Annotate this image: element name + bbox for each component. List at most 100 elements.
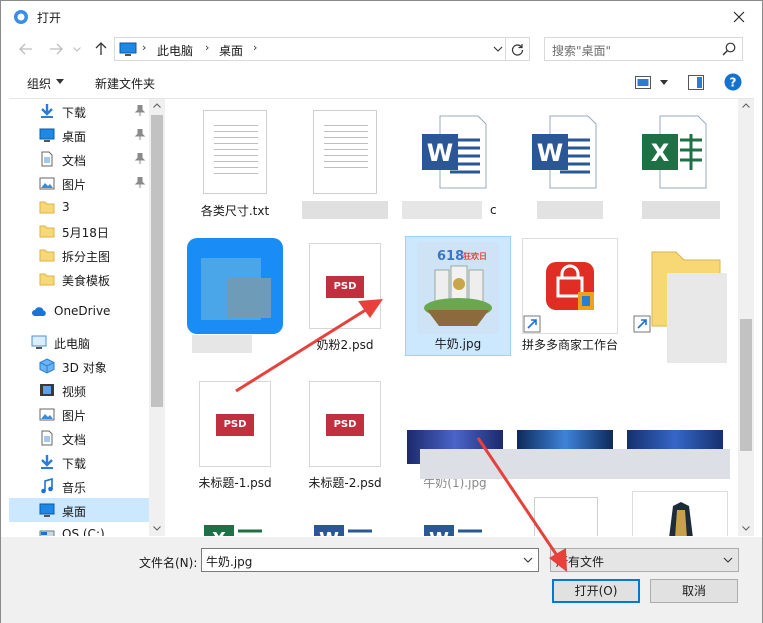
file-item[interactable] [182, 233, 288, 353]
music-icon [41, 478, 53, 494]
sidebar-item-desktop[interactable]: 桌面 [9, 498, 149, 522]
sidebar-item-downloads-pinned[interactable]: 下载 [9, 99, 149, 123]
file-view[interactable]: 各类尺寸.txt W c W X PSD 奶粉2.psd 618 狂欢日 牛奶.… [165, 99, 738, 536]
file-item[interactable]: 各类尺寸.txt [182, 99, 288, 219]
scroll-up-icon[interactable] [153, 103, 161, 108]
word-file-icon: W [422, 115, 487, 189]
download-icon [41, 104, 53, 118]
sidebar-item-folder-3[interactable]: 3 [9, 195, 149, 219]
file-thumbnail: X [627, 104, 723, 200]
sidebar-item-onedrive[interactable]: OneDrive [9, 299, 149, 323]
file-name: 未标题-1.psd [198, 476, 272, 490]
file-view-scrollbar-thumb[interactable] [740, 319, 752, 451]
file-item[interactable] [627, 233, 733, 363]
sidebar-item-downloads[interactable]: 下载 [9, 450, 149, 474]
pinduoduo-app-icon [522, 238, 618, 334]
filename-value: 牛奶.jpg [206, 555, 253, 569]
desktop-icon [39, 128, 55, 142]
file-item[interactable]: W [292, 509, 398, 536]
file-thumbnail: PSD [297, 376, 393, 472]
chevron-down-icon[interactable] [493, 42, 503, 56]
close-button[interactable] [716, 1, 762, 32]
scroll-down-icon[interactable] [742, 526, 750, 531]
game-logo-icon [669, 502, 693, 536]
file-thumbnail [187, 104, 283, 200]
this-pc-icon [119, 42, 137, 56]
sidebar-item-folder-split-main[interactable]: 拆分主图 [9, 243, 149, 267]
sidebar-item-label: 文档 [62, 433, 87, 447]
file-item-selected[interactable]: 618 狂欢日 牛奶.jpg [405, 236, 511, 356]
file-item[interactable]: X [622, 99, 728, 219]
psd-file-icon: PSD [199, 381, 271, 467]
sidebar-item-label: 桌面 [62, 505, 87, 519]
breadcrumb-desktop[interactable]: 桌面 [219, 42, 243, 59]
blurred-file-name [642, 201, 720, 219]
sidebar-item-folder-food-template[interactable]: 美食模板 [9, 267, 149, 291]
arrow-up-icon [95, 42, 107, 55]
chevron-down-icon[interactable] [523, 554, 533, 566]
sidebar-item-label: 图片 [62, 409, 87, 423]
excel-file-icon: X [642, 115, 707, 189]
file-item[interactable]: PSD 未标题-1.psd [182, 371, 288, 491]
sidebar-item-3d-objects[interactable]: 3D 对象 [9, 354, 149, 378]
help-icon[interactable]: ? [724, 73, 742, 91]
file-item[interactable]: W c [402, 99, 508, 219]
sidebar-item-label: 3D 对象 [62, 361, 107, 375]
file-item[interactable]: W [512, 99, 618, 219]
computer-icon [31, 335, 47, 349]
chevron-down-icon[interactable] [660, 80, 668, 85]
desktop-icon [39, 503, 55, 517]
sidebar-item-label: 文档 [62, 154, 87, 168]
file-thumbnail: PSD [297, 238, 393, 334]
file-view-scrollbar[interactable] [738, 99, 754, 536]
file-item[interactable] [512, 497, 618, 536]
file-item[interactable]: 拼多多商家工作台 [517, 233, 623, 363]
file-item[interactable]: W [402, 509, 508, 536]
sidebar-item-desktop-pinned[interactable]: 桌面 [9, 123, 149, 147]
psd-file-icon: PSD [309, 381, 381, 467]
video-icon [40, 384, 54, 396]
sidebar-item-documents-pinned[interactable]: 文档 [9, 147, 149, 171]
pin-icon [135, 177, 145, 188]
refresh-button[interactable] [505, 38, 529, 60]
file-item[interactable]: X [182, 509, 288, 536]
filename-input[interactable]: 牛奶.jpg [201, 548, 539, 572]
file-item[interactable]: PSD 未标题-2.psd [292, 371, 398, 491]
file-type-filter[interactable]: 所有文件 [550, 548, 739, 572]
file-item[interactable]: PSD 奶粉2.psd [292, 233, 398, 353]
open-button[interactable]: 打开(O) [552, 579, 640, 603]
svg-text:W: W [427, 139, 453, 167]
sidebar-item-os-drive[interactable]: OS (C:) [9, 522, 149, 536]
refresh-icon [511, 43, 524, 56]
address-bar[interactable]: › 此电脑 › 桌面 › [114, 37, 530, 61]
up-button[interactable] [92, 40, 110, 58]
sidebar-item-pictures-pinned[interactable]: 图片 [9, 171, 149, 195]
sidebar-item-documents[interactable]: 文档 [9, 426, 149, 450]
new-folder-button[interactable]: 新建文件夹 [95, 75, 155, 92]
sidebar-item-this-pc[interactable]: 此电脑 [9, 330, 149, 354]
sidebar-item-pictures[interactable]: 图片 [9, 402, 149, 426]
forward-button[interactable] [47, 40, 65, 58]
picture-icon [39, 177, 55, 190]
organize-button[interactable]: 组织 [27, 75, 51, 92]
search-box[interactable]: 搜索"桌面" [544, 37, 743, 61]
folder-icon [39, 201, 55, 214]
breadcrumb-this-pc[interactable]: 此电脑 [157, 42, 193, 59]
cancel-button[interactable]: 取消 [650, 579, 738, 603]
view-options-icon[interactable] [635, 76, 651, 89]
window-title: 打开 [37, 11, 62, 25]
file-item[interactable] [627, 491, 733, 536]
sidebar-item-label: 3 [62, 200, 70, 214]
sidebar-item-music[interactable]: 音乐 [9, 474, 149, 498]
sidebar-item-folder-may18[interactable]: 5月18日 [9, 219, 149, 243]
folder-icon [39, 249, 55, 262]
sidebar-scrollbar-thumb[interactable] [151, 115, 163, 407]
preview-pane-icon[interactable] [688, 75, 704, 90]
scroll-up-icon[interactable] [742, 103, 750, 108]
back-button[interactable] [17, 40, 35, 58]
recent-locations-button[interactable] [71, 40, 83, 58]
sidebar-item-videos[interactable]: 视频 [9, 378, 149, 402]
dialog-footer: 文件名(N): 牛奶.jpg 所有文件 打开(O) 取消 [1, 537, 762, 623]
scroll-down-icon[interactable] [153, 526, 161, 531]
file-item[interactable] [292, 99, 398, 219]
